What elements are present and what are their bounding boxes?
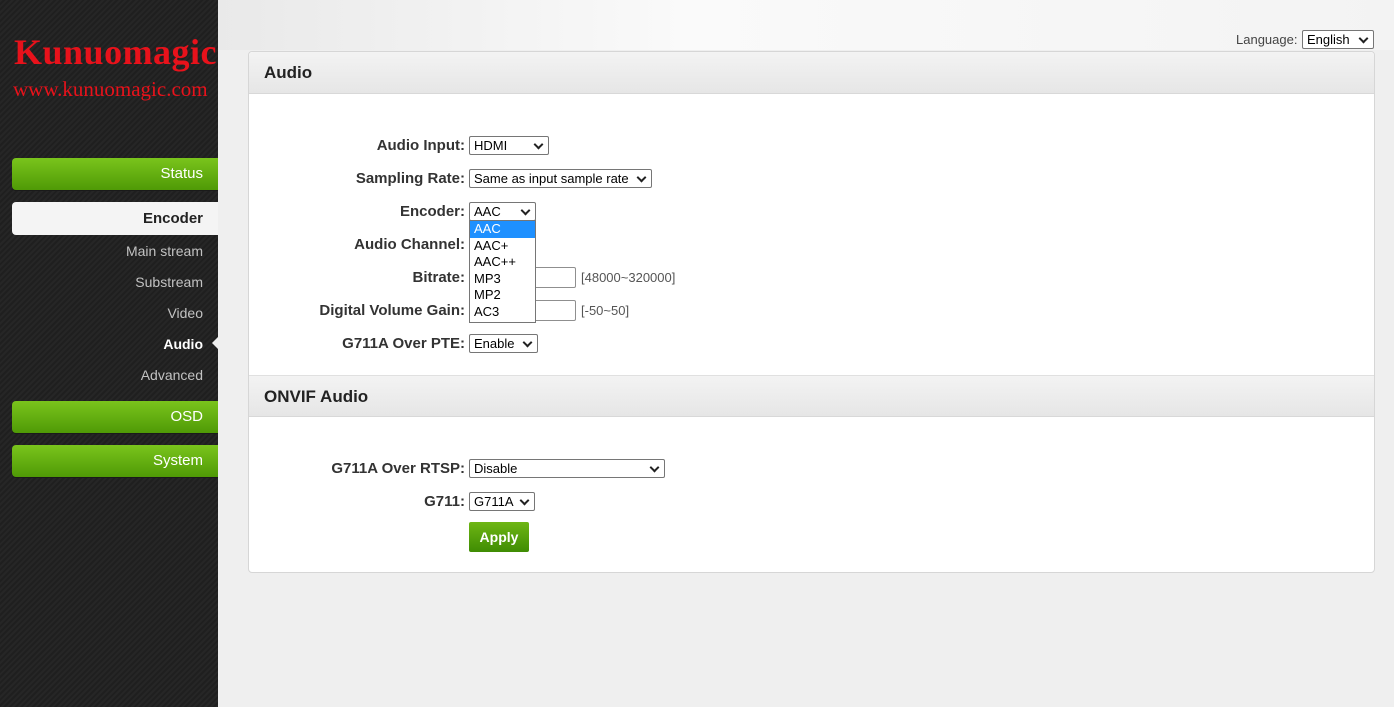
subnav-substream[interactable]: Substream <box>12 273 203 291</box>
g711a-rtsp-label: G711A Over RTSP: <box>331 460 465 477</box>
audio-section-title: Audio <box>249 52 1374 94</box>
audio-input-select[interactable]: HDMI <box>469 136 549 155</box>
encoder-option-mp2[interactable]: MP2 <box>470 287 535 304</box>
encoder-select[interactable]: AAC <box>469 202 536 221</box>
active-indicator-icon <box>212 337 218 349</box>
chevron-down-icon <box>636 172 647 183</box>
language-select[interactable]: English <box>1302 30 1374 49</box>
subnav-audio[interactable]: Audio <box>12 335 203 353</box>
g711-value: G711A <box>474 494 514 509</box>
sampling-rate-label: Sampling Rate: <box>355 170 465 187</box>
brand-url: www.kunuomagic.com <box>13 77 208 101</box>
top-bar <box>218 0 1394 50</box>
encoder-option-mp3[interactable]: MP3 <box>470 271 535 288</box>
encoder-option-aac-plus[interactable]: AAC+ <box>470 238 535 255</box>
brand-logo: Kunuomagic <box>14 32 218 72</box>
sampling-rate-value: Same as input sample rate <box>474 171 629 186</box>
chevron-down-icon <box>533 139 544 150</box>
g711a-pte-label: G711A Over PTE: <box>342 335 465 352</box>
sidebar: Kunuomagic www.kunuomagic.com Status Enc… <box>0 0 218 707</box>
encoder-dropdown-list[interactable]: AAC AAC+ AAC++ MP3 MP2 AC3 <box>469 220 536 323</box>
chevron-down-icon <box>649 462 660 473</box>
encoder-label: Encoder: <box>399 203 465 220</box>
language-label: Language: <box>1236 32 1298 47</box>
audio-input-value: HDMI <box>474 138 508 153</box>
language-value: English <box>1307 32 1350 47</box>
encoder-option-aac-plus-plus[interactable]: AAC++ <box>470 254 535 271</box>
audio-input-label: Audio Input: <box>376 137 465 154</box>
volume-gain-label: Digital Volume Gain: <box>319 302 465 319</box>
sampling-rate-select[interactable]: Same as input sample rate <box>469 169 652 188</box>
g711-select[interactable]: G711A <box>469 492 535 511</box>
bitrate-hint: [48000~320000] <box>581 270 676 285</box>
g711a-pte-value: Enable <box>474 336 515 351</box>
audio-channel-label: Audio Channel: <box>354 236 465 253</box>
subnav-main-stream[interactable]: Main stream <box>12 242 203 260</box>
g711a-rtsp-value: Disable <box>474 461 518 476</box>
chevron-down-icon <box>1358 33 1369 44</box>
encoder-option-ac3[interactable]: AC3 <box>470 304 535 321</box>
onvif-section-title: ONVIF Audio <box>249 375 1374 417</box>
volume-gain-hint: [-50~50] <box>581 303 630 318</box>
subnav-advanced[interactable]: Advanced <box>12 366 203 384</box>
apply-button[interactable]: Apply <box>469 522 529 552</box>
g711a-rtsp-select[interactable]: Disable <box>469 459 665 478</box>
nav-encoder[interactable]: Encoder <box>12 202 218 235</box>
chevron-down-icon <box>522 337 533 348</box>
g711-label: G711: <box>424 493 465 510</box>
g711a-pte-select[interactable]: Enable <box>469 334 538 353</box>
nav-system[interactable]: System <box>12 445 218 477</box>
subnav-video[interactable]: Video <box>12 304 203 322</box>
encoder-value: AAC <box>474 204 501 219</box>
chevron-down-icon <box>519 495 530 506</box>
nav-osd[interactable]: OSD <box>12 401 218 433</box>
chevron-down-icon <box>520 205 531 216</box>
encoder-option-aac[interactable]: AAC <box>470 221 535 238</box>
nav-status[interactable]: Status <box>12 158 218 190</box>
bitrate-label: Bitrate: <box>412 269 465 286</box>
